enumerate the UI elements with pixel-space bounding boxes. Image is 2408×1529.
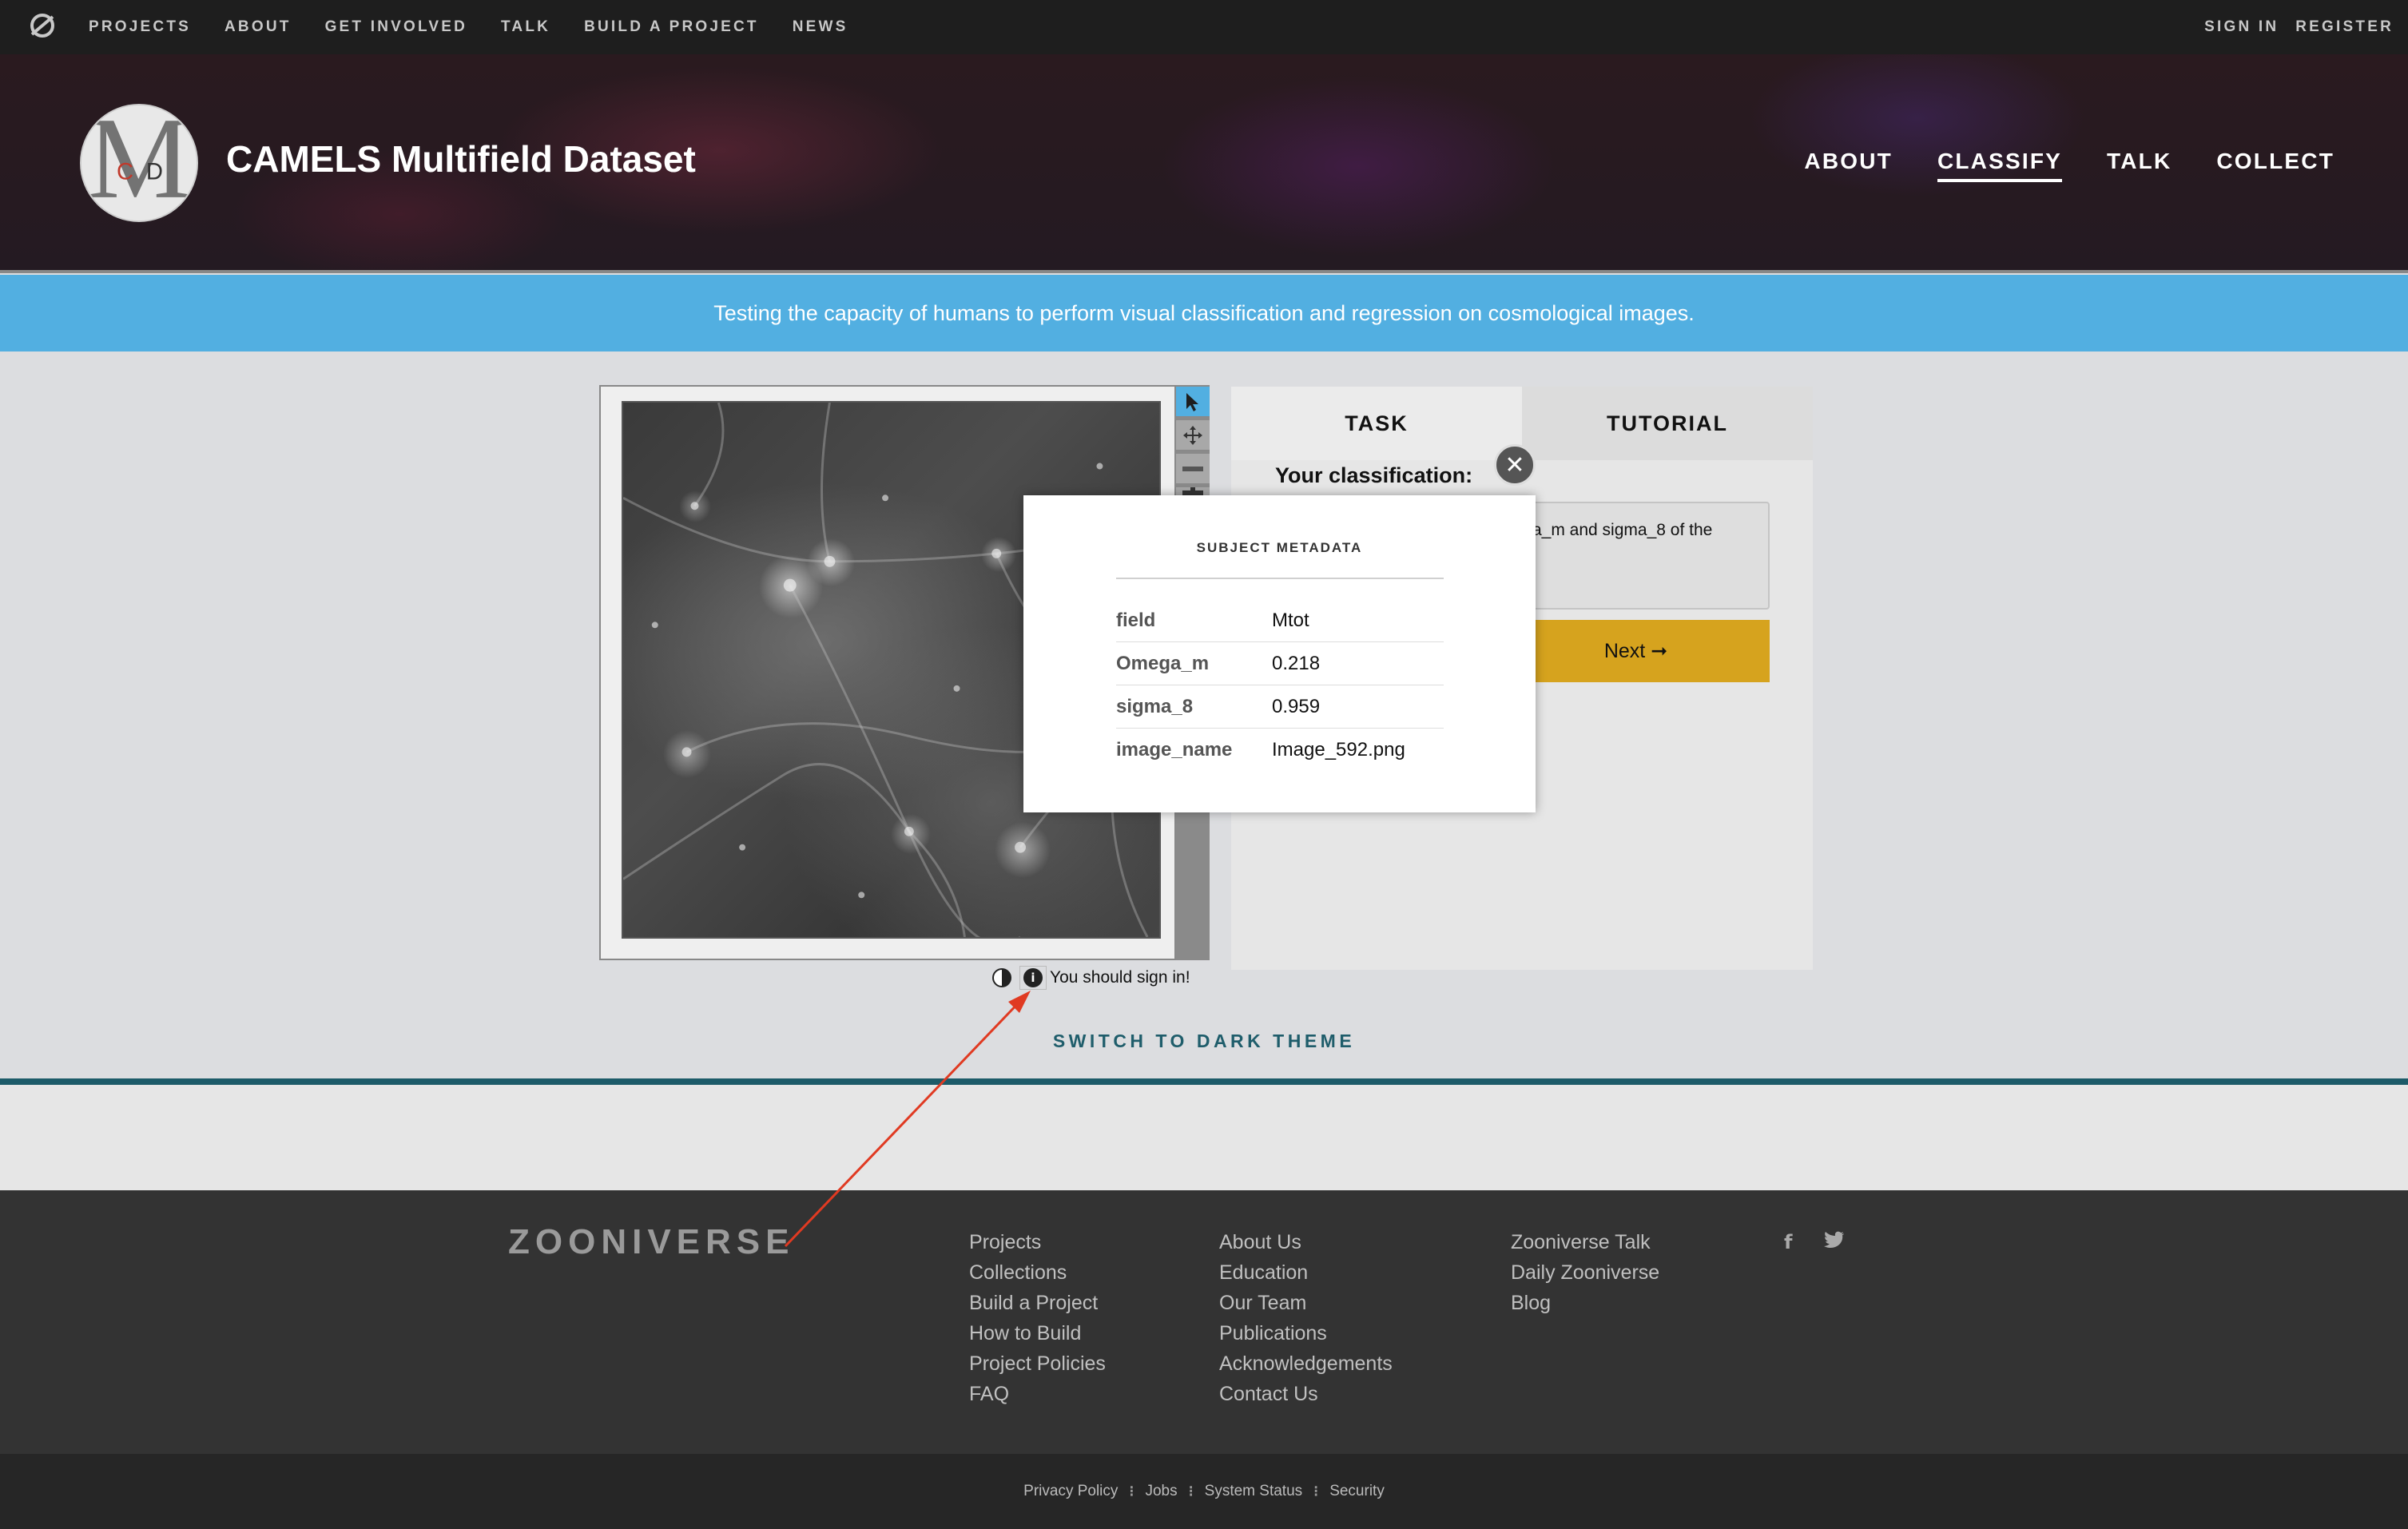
tab-task[interactable]: TASK <box>1231 387 1522 460</box>
project-title[interactable]: CAMELS Multifield Dataset <box>226 137 696 181</box>
metadata-value: Image_592.png <box>1272 739 1405 761</box>
footer-link[interactable]: Collections <box>969 1261 1106 1292</box>
footer-link[interactable]: Education <box>1219 1261 1393 1292</box>
footer-link[interactable]: Zooniverse Talk <box>1511 1231 1659 1261</box>
metadata-key: Omega_m <box>1116 652 1210 674</box>
metadata-row: image_name Image_592.png <box>1116 729 1444 772</box>
top-nav-news[interactable]: NEWS <box>793 18 848 36</box>
info-icon: i <box>1023 968 1043 987</box>
task-question-text: a_m and sigma_8 of the <box>1532 521 1713 539</box>
pointer-tool-button[interactable] <box>1176 387 1210 417</box>
facebook-icon[interactable]: f <box>1784 1231 1792 1253</box>
legal-separator: ⁝ <box>1313 1483 1319 1500</box>
switch-dark-theme-button[interactable]: SWITCH TO DARK THEME <box>0 1031 2408 1052</box>
footer-link[interactable]: Contact Us <box>1219 1383 1393 1413</box>
metadata-key: image_name <box>1116 739 1233 761</box>
tab-tutorial[interactable]: TUTORIAL <box>1522 387 1813 460</box>
footer-link[interactable]: Project Policies <box>969 1352 1106 1383</box>
cursor-arrow-icon <box>1186 392 1198 411</box>
svg-text:M: M <box>87 105 191 220</box>
top-nav-get-involved[interactable]: GET INVOLVED <box>325 18 467 36</box>
jobs-link[interactable]: Jobs <box>1145 1483 1177 1500</box>
project-nav-collect[interactable]: COLLECT <box>2216 149 2334 182</box>
twitter-icon[interactable] <box>1824 1231 1845 1249</box>
viewer-footer: i You should sign in! <box>992 963 1190 992</box>
move-arrows-icon <box>1183 425 1202 445</box>
metadata-row: sigma_8 0.959 <box>1116 685 1444 729</box>
footer-accent-bar <box>0 1078 2408 1085</box>
project-nav-about[interactable]: ABOUT <box>1804 149 1893 182</box>
footer-link[interactable]: FAQ <box>969 1383 1106 1413</box>
metadata-row: field Mtot <box>1116 599 1444 642</box>
legal-separator: ⁝ <box>1129 1483 1134 1500</box>
move-tool-button[interactable] <box>1176 420 1210 451</box>
project-header: M C D CAMELS Multifield Dataset ABOUT CL… <box>0 54 2408 273</box>
auth-links: SIGN IN REGISTER <box>2187 0 2394 54</box>
modal-title: SUBJECT METADATA <box>1196 540 1363 555</box>
svg-text:C: C <box>117 159 133 185</box>
top-nav-projects[interactable]: PROJECTS <box>89 18 191 36</box>
footer-link[interactable]: How to Build <box>969 1322 1106 1352</box>
metadata-key: field <box>1116 609 1156 631</box>
footer-link[interactable]: Our Team <box>1219 1292 1393 1322</box>
task-question-box: a_m and sigma_8 of the <box>1502 502 1770 610</box>
top-nav-talk[interactable]: TALK <box>501 18 550 36</box>
top-nav-build-a-project[interactable]: BUILD A PROJECT <box>584 18 759 36</box>
footer-link[interactable]: About Us <box>1219 1231 1393 1261</box>
close-modal-button[interactable]: ✕ <box>1494 444 1536 486</box>
next-button[interactable]: Next ➞ <box>1502 620 1770 682</box>
project-nav-classify[interactable]: CLASSIFY <box>1937 149 2063 182</box>
footer-spacer <box>0 1085 2408 1190</box>
project-nav: ABOUT CLASSIFY TALK COLLECT <box>1759 149 2334 182</box>
metadata-key: sigma_8 <box>1116 695 1194 717</box>
zooniverse-footer-logo[interactable]: ZOONIVERSE <box>508 1222 795 1262</box>
footer-column-projects: Projects Collections Build a Project How… <box>969 1231 1106 1413</box>
project-avatar[interactable]: M C D <box>80 104 198 222</box>
invert-colors-icon[interactable] <box>992 968 1011 987</box>
register-link[interactable]: REGISTER <box>2295 18 2394 36</box>
footer-column-talk: Zooniverse Talk Daily Zooniverse Blog <box>1511 1231 1659 1322</box>
metadata-info-button[interactable]: i <box>1019 966 1047 990</box>
footer-link[interactable]: Acknowledgements <box>1219 1352 1393 1383</box>
metadata-row: Omega_m 0.218 <box>1116 642 1444 685</box>
privacy-policy-link[interactable]: Privacy Policy <box>1023 1483 1118 1500</box>
metadata-value: 0.218 <box>1272 652 1321 674</box>
legal-bar: Privacy Policy ⁝ Jobs ⁝ System Status ⁝ … <box>0 1454 2408 1529</box>
system-status-link[interactable]: System Status <box>1205 1483 1303 1500</box>
footer-link[interactable]: Projects <box>969 1231 1106 1261</box>
sign-in-link[interactable]: SIGN IN <box>2204 18 2279 36</box>
metadata-value: Mtot <box>1272 609 1309 631</box>
footer-link[interactable]: Blog <box>1511 1292 1659 1322</box>
zoom-out-button[interactable] <box>1176 454 1210 484</box>
your-classification-label: Your classification: <box>1275 463 1473 487</box>
close-icon: ✕ <box>1504 451 1525 479</box>
announcement-banner: Testing the capacity of humans to perfor… <box>0 275 2408 351</box>
top-nav-about[interactable]: ABOUT <box>225 18 292 36</box>
minus-icon <box>1182 466 1203 471</box>
svg-text:D: D <box>146 159 163 185</box>
footer-link[interactable]: Build a Project <box>969 1292 1106 1322</box>
social-links: f <box>1784 1231 1845 1253</box>
footer-column-about: About Us Education Our Team Publications… <box>1219 1231 1393 1413</box>
site-footer <box>0 1190 2408 1454</box>
modal-divider <box>1116 578 1444 579</box>
footer-link[interactable]: Publications <box>1219 1322 1393 1352</box>
footer-link[interactable]: Daily Zooniverse <box>1511 1261 1659 1292</box>
metadata-value: 0.959 <box>1272 695 1321 717</box>
zooniverse-logo-icon[interactable] <box>27 10 58 41</box>
security-link[interactable]: Security <box>1329 1483 1385 1500</box>
project-nav-talk[interactable]: TALK <box>2107 149 2172 182</box>
legal-separator: ⁝ <box>1188 1483 1194 1500</box>
zooniverse-top-nav: PROJECTS ABOUT GET INVOLVED TALK BUILD A… <box>0 0 2408 54</box>
top-nav-links: PROJECTS ABOUT GET INVOLVED TALK BUILD A… <box>89 0 882 54</box>
sign-in-message: You should sign in! <box>1050 968 1190 987</box>
